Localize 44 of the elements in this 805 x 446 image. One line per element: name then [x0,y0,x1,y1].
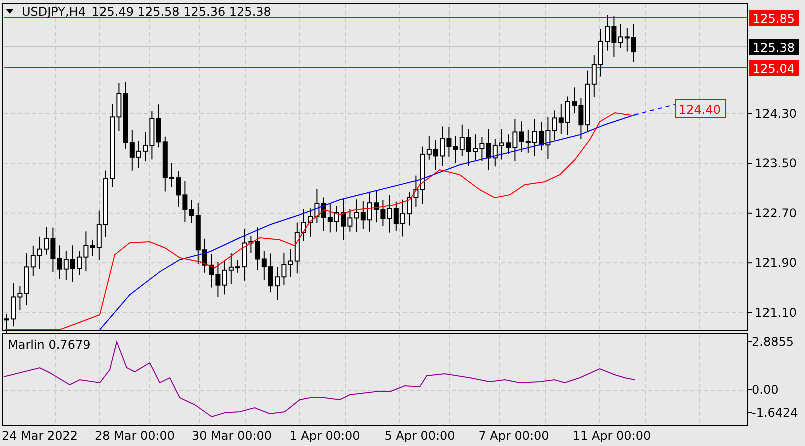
price-tick-label: 124.30 [755,107,797,121]
projection-line [634,104,678,116]
indicator-title: Marlin 0.7679 [8,338,91,352]
price-tick-label: 121.90 [755,256,797,270]
time-tick-label: 7 Apr 00:00 [478,429,550,443]
candlestick [104,170,108,238]
ohlc-values: 125.49 125.58 125.36 125.38 [92,5,272,19]
price-tick-label: 123.50 [755,156,797,171]
candlestick [500,128,504,160]
candlestick [302,208,306,242]
candlestick [466,129,472,167]
candlestick [334,206,340,232]
candlestick [268,253,274,294]
price-tag: 125.85 [749,10,799,26]
indicator-tick-label: -1.6424 [752,406,798,420]
candlestick [598,28,604,78]
candlestick [236,260,240,274]
candlestick [532,118,538,158]
price-tag: 125.04 [749,60,799,76]
price-tick-label: 121.10 [755,306,797,320]
candlestick [38,236,42,270]
candlestick [632,24,636,63]
candlestick [170,162,174,188]
indicator-tick-label: 0.00 [752,383,779,397]
candlestick [70,245,76,283]
dropdown-icon[interactable] [6,9,14,14]
indicator-tick-label: 2.8855 [752,335,794,349]
price-tag: 125.38 [749,39,799,55]
candlestick [566,96,570,136]
candlestick [400,199,406,238]
time-tick-label: 5 Apr 00:00 [384,429,456,443]
candlestick [434,140,438,170]
candlestick [136,141,142,169]
candlestick [202,238,208,274]
chart-symbol-title: USDJPY,H4 [22,5,86,19]
time-tick-label: 24 Mar 2022 [2,429,78,443]
candlestick [368,191,372,232]
time-tick-label: 1 Apr 00:00 [290,429,360,443]
candlestick [4,314,10,334]
price-tick-label: 122.70 [755,206,797,220]
time-tick-label: 28 Mar 00:00 [94,429,176,443]
target-price-label: 124.40 [676,100,726,118]
time-tick-label: 30 Mar 00:00 [192,429,272,443]
time-tick-label: 11 Apr 00:00 [572,429,652,443]
